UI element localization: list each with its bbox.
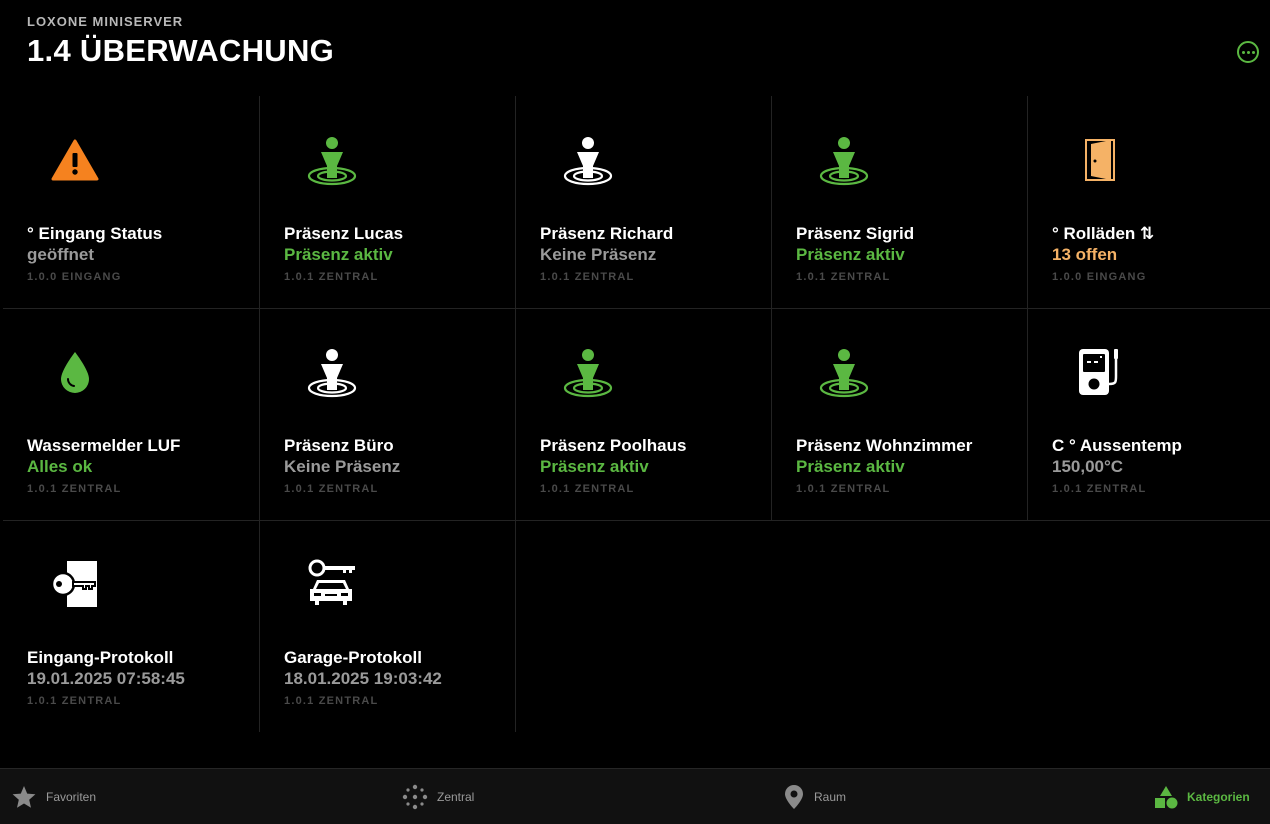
tile-value: Alles ok <box>27 457 93 476</box>
door-icon <box>1072 132 1128 188</box>
tile-praesenz-richard[interactable]: Präsenz Richard Keine Präsenz 1.0.1 ZENT… <box>515 96 771 308</box>
more-dot-icon <box>1246 50 1250 54</box>
warning-icon <box>47 132 103 188</box>
grid-row: ° Eingang Status geöffnet 1.0.0 EINGANG … <box>3 96 1270 308</box>
header: LOXONE MINISERVER 1.4 ÜBERWACHUNG <box>27 14 334 69</box>
tab-label: Kategorien <box>1187 790 1250 804</box>
page-title: 1.4 ÜBERWACHUNG <box>27 33 335 68</box>
tab-raum[interactable]: Raum <box>783 769 846 824</box>
tile-room: 1.0.1 ZENTRAL <box>540 271 635 283</box>
tile-value: 13 offen <box>1052 245 1118 264</box>
water-drop-icon <box>47 344 103 400</box>
thermometer-icon <box>1072 344 1128 400</box>
category-grid: ° Eingang Status geöffnet 1.0.0 EINGANG … <box>3 96 1270 732</box>
tile-eingang-protokoll[interactable]: Eingang-Protokoll 19.01.2025 07:58:45 1.… <box>3 520 259 732</box>
tile-title: Präsenz Büro <box>284 436 394 455</box>
tile-value: geöffnet <box>27 245 95 264</box>
tile-value: Präsenz aktiv <box>796 457 905 476</box>
tile-rollaeden[interactable]: ° Rolläden ⇅ 13 offen 1.0.0 EINGANG <box>1027 96 1270 308</box>
tile-title: Wassermelder LUF <box>27 436 181 455</box>
star-icon <box>12 786 36 808</box>
tile-room: 1.0.0 EINGANG <box>1052 271 1147 283</box>
tile-title: Präsenz Wohnzimmer <box>796 436 973 455</box>
tile-garage-protokoll[interactable]: Garage-Protokoll 18.01.2025 19:03:42 1.0… <box>259 520 515 732</box>
tile-room: 1.0.1 ZENTRAL <box>284 695 379 707</box>
app-name: LOXONE MINISERVER <box>27 14 184 29</box>
empty-divider <box>515 520 771 732</box>
tile-value: Keine Präsenz <box>540 245 657 264</box>
tile-room: 1.0.0 EINGANG <box>27 271 122 283</box>
presence-icon <box>560 132 616 188</box>
tile-room: 1.0.1 ZENTRAL <box>796 271 891 283</box>
tile-title: Präsenz Richard <box>540 224 674 243</box>
bottom-tab-bar: Favoriten Zentral Raum Kategorien <box>0 768 1270 824</box>
tile-praesenz-poolhaus[interactable]: Präsenz Poolhaus Präsenz aktiv 1.0.1 ZEN… <box>515 308 771 520</box>
tile-room: 1.0.1 ZENTRAL <box>284 271 379 283</box>
tab-label: Raum <box>814 790 847 804</box>
more-options-button[interactable] <box>1237 41 1259 63</box>
more-dot-icon <box>1251 50 1255 54</box>
tab-kategorien[interactable]: Kategorien <box>1154 769 1250 824</box>
shapes-icon <box>1155 786 1178 809</box>
tile-value: Präsenz aktiv <box>796 245 905 264</box>
tile-room: 1.0.1 ZENTRAL <box>27 695 122 707</box>
tile-room: 1.0.1 ZENTRAL <box>1052 483 1147 495</box>
tile-aussentemp[interactable]: C ° Aussentemp 150,00°C 1.0.1 ZENTRAL <box>1027 308 1270 520</box>
grid-row: Eingang-Protokoll 19.01.2025 07:58:45 1.… <box>3 520 1270 732</box>
presence-icon <box>816 344 872 400</box>
access-key-icon <box>47 556 103 612</box>
tile-title: Präsenz Sigrid <box>796 224 915 243</box>
tile-value: Präsenz aktiv <box>284 245 393 264</box>
tile-title: Garage-Protokoll <box>284 648 422 667</box>
tile-value: Präsenz aktiv <box>540 457 649 476</box>
tile-value: 19.01.2025 07:58:45 <box>27 669 185 688</box>
tab-favoriten[interactable]: Favoriten <box>11 769 96 824</box>
tab-zentral[interactable]: Zentral <box>402 769 474 824</box>
grid-row: Wassermelder LUF Alles ok 1.0.1 ZENTRAL … <box>3 308 1270 520</box>
presence-icon <box>304 132 360 188</box>
tile-value: Keine Präsenz <box>284 457 401 476</box>
tile-praesenz-sigrid[interactable]: Präsenz Sigrid Präsenz aktiv 1.0.1 ZENTR… <box>771 96 1027 308</box>
tile-title: ° Rolläden ⇅ <box>1052 224 1155 243</box>
tile-value: 150,00°C <box>1052 457 1124 476</box>
tile-praesenz-buero[interactable]: Präsenz Büro Keine Präsenz 1.0.1 ZENTRAL <box>259 308 515 520</box>
presence-icon <box>816 132 872 188</box>
tile-praesenz-lucas[interactable]: Präsenz Lucas Präsenz aktiv 1.0.1 ZENTRA… <box>259 96 515 308</box>
tile-room: 1.0.1 ZENTRAL <box>540 483 635 495</box>
tile-title: ° Eingang Status <box>27 224 163 243</box>
presence-icon <box>304 344 360 400</box>
tile-title: Präsenz Poolhaus <box>540 436 687 455</box>
tab-label: Zentral <box>437 790 475 804</box>
tile-praesenz-wohnzimmer[interactable]: Präsenz Wohnzimmer Präsenz aktiv 1.0.1 Z… <box>771 308 1027 520</box>
map-pin-icon <box>785 785 803 809</box>
tile-room: 1.0.1 ZENTRAL <box>284 483 379 495</box>
tile-wassermelder[interactable]: Wassermelder LUF Alles ok 1.0.1 ZENTRAL <box>3 308 259 520</box>
presence-icon <box>560 344 616 400</box>
tile-title: Eingang-Protokoll <box>27 648 174 667</box>
car-key-icon <box>304 556 360 612</box>
tab-label: Favoriten <box>46 790 97 804</box>
tile-title: C ° Aussentemp <box>1052 436 1182 455</box>
tile-room: 1.0.1 ZENTRAL <box>27 483 122 495</box>
more-dot-icon <box>1241 50 1245 54</box>
tile-value: 18.01.2025 19:03:42 <box>284 669 442 688</box>
tile-eingang-status[interactable]: ° Eingang Status geöffnet 1.0.0 EINGANG <box>3 96 259 308</box>
tile-title: Präsenz Lucas <box>284 224 404 243</box>
dots-icon <box>402 784 428 810</box>
tile-room: 1.0.1 ZENTRAL <box>796 483 891 495</box>
